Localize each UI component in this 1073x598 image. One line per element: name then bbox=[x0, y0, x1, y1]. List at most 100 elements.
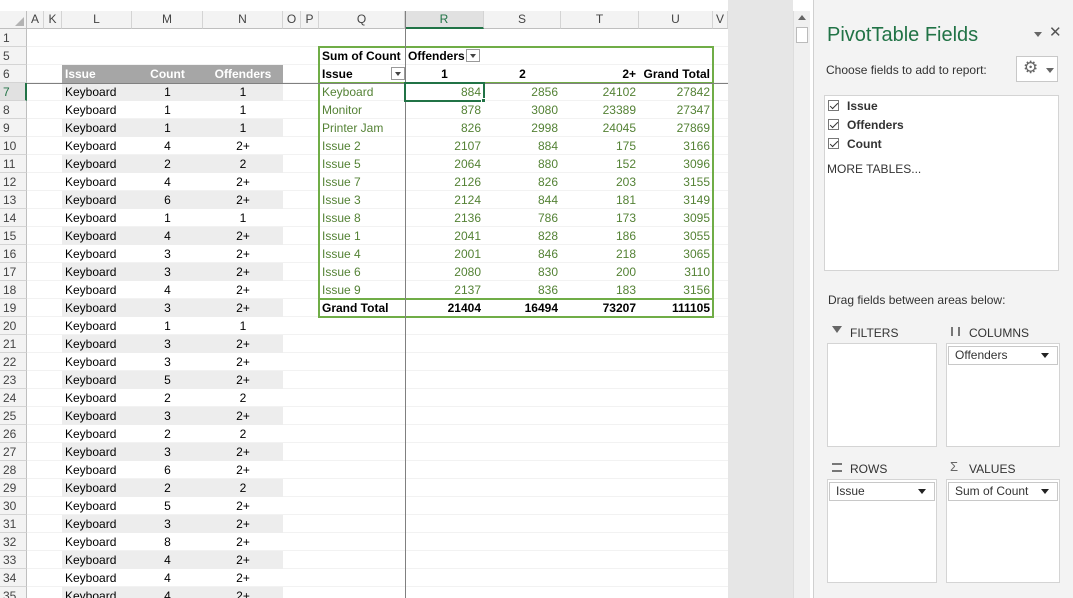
table-cell[interactable]: 2+ bbox=[203, 281, 283, 299]
row-header-31[interactable]: 31 bbox=[0, 515, 27, 533]
table-cell[interactable]: 3 bbox=[132, 299, 203, 317]
table-cell[interactable]: Keyboard bbox=[62, 443, 132, 461]
table-cell[interactable]: 1 bbox=[203, 317, 283, 335]
table-cell[interactable]: 2+ bbox=[203, 551, 283, 569]
table-cell[interactable]: 2+ bbox=[203, 263, 283, 281]
table-cell[interactable]: Keyboard bbox=[62, 137, 132, 155]
row-header-9[interactable]: 9 bbox=[0, 119, 27, 137]
table-cell[interactable]: Keyboard bbox=[62, 209, 132, 227]
row-header-7[interactable]: 7 bbox=[0, 83, 27, 101]
table-cell[interactable]: 5 bbox=[132, 497, 203, 515]
close-icon[interactable]: ✕ bbox=[1049, 23, 1062, 41]
table-cell[interactable]: 2 bbox=[203, 425, 283, 443]
table-cell[interactable]: Keyboard bbox=[62, 425, 132, 443]
table-cell[interactable]: 1 bbox=[132, 101, 203, 119]
table-cell[interactable]: Keyboard bbox=[62, 533, 132, 551]
column-header-p[interactable]: P bbox=[301, 11, 319, 29]
scroll-up-arrow[interactable] bbox=[798, 15, 806, 20]
table-cell[interactable]: Keyboard bbox=[62, 551, 132, 569]
row-header-8[interactable]: 8 bbox=[0, 101, 27, 119]
table-header-offenders[interactable]: Offenders bbox=[203, 65, 283, 83]
table-cell[interactable]: Keyboard bbox=[62, 461, 132, 479]
table-cell[interactable]: Keyboard bbox=[62, 569, 132, 587]
row-header-14[interactable]: 14 bbox=[0, 209, 27, 227]
row-header-35[interactable]: 35 bbox=[0, 587, 27, 598]
active-cell[interactable] bbox=[404, 82, 485, 102]
table-cell[interactable]: 2 bbox=[203, 155, 283, 173]
row-header-16[interactable]: 16 bbox=[0, 245, 27, 263]
table-cell[interactable]: Keyboard bbox=[62, 119, 132, 137]
table-cell[interactable]: Keyboard bbox=[62, 191, 132, 209]
field-checkbox[interactable] bbox=[828, 100, 839, 111]
table-cell[interactable]: 3 bbox=[132, 245, 203, 263]
table-cell[interactable]: 1 bbox=[132, 119, 203, 137]
table-cell[interactable]: 2+ bbox=[203, 227, 283, 245]
filters-area[interactable] bbox=[827, 343, 937, 447]
worksheet-grid[interactable]: A K L M N O P Q R S T U V 1 5 6 7 8 9 10 11 12 13 14 15 16 17 18 19 2… bbox=[0, 0, 793, 598]
table-cell[interactable]: 2+ bbox=[203, 335, 283, 353]
table-cell[interactable]: 8 bbox=[132, 533, 203, 551]
field-item-offenders[interactable]: Offenders bbox=[827, 117, 1047, 135]
table-cell[interactable]: Keyboard bbox=[62, 389, 132, 407]
columns-area[interactable]: Offenders bbox=[946, 343, 1060, 447]
row-header-23[interactable]: 23 bbox=[0, 371, 27, 389]
row-header-32[interactable]: 32 bbox=[0, 533, 27, 551]
row-header-29[interactable]: 29 bbox=[0, 479, 27, 497]
table-cell[interactable]: 2+ bbox=[203, 497, 283, 515]
table-cell[interactable]: 6 bbox=[132, 461, 203, 479]
column-header-r[interactable]: R bbox=[405, 11, 484, 29]
columns-chip-offenders[interactable]: Offenders bbox=[948, 346, 1058, 365]
table-cell[interactable]: 2+ bbox=[203, 569, 283, 587]
row-header-12[interactable]: 12 bbox=[0, 173, 27, 191]
table-cell[interactable]: 1 bbox=[203, 119, 283, 137]
table-cell[interactable]: 1 bbox=[132, 83, 203, 101]
table-cell[interactable]: 2+ bbox=[203, 191, 283, 209]
table-cell[interactable]: Keyboard bbox=[62, 371, 132, 389]
row-header-28[interactable]: 28 bbox=[0, 461, 27, 479]
table-header-issue[interactable]: Issue bbox=[62, 65, 132, 83]
table-cell[interactable]: 2+ bbox=[203, 353, 283, 371]
table-cell[interactable]: 2+ bbox=[203, 371, 283, 389]
field-list-settings-button[interactable]: ⚙ bbox=[1016, 56, 1058, 82]
row-header-1[interactable]: 1 bbox=[0, 29, 27, 47]
row-header-30[interactable]: 30 bbox=[0, 497, 27, 515]
row-header-21[interactable]: 21 bbox=[0, 335, 27, 353]
table-cell[interactable]: 1 bbox=[203, 101, 283, 119]
table-cell[interactable]: 4 bbox=[132, 137, 203, 155]
table-cell[interactable]: 2 bbox=[132, 425, 203, 443]
vertical-scrollbar[interactable] bbox=[793, 11, 810, 598]
field-item-count[interactable]: Count bbox=[827, 136, 1047, 154]
table-cell[interactable]: 3 bbox=[132, 443, 203, 461]
table-cell[interactable]: 1 bbox=[132, 317, 203, 335]
table-cell[interactable]: 2 bbox=[203, 389, 283, 407]
table-cell[interactable]: 3 bbox=[132, 407, 203, 425]
row-header-13[interactable]: 13 bbox=[0, 191, 27, 209]
table-cell[interactable]: 2+ bbox=[203, 245, 283, 263]
table-cell[interactable]: 2 bbox=[132, 155, 203, 173]
row-header-17[interactable]: 17 bbox=[0, 263, 27, 281]
table-cell[interactable]: Keyboard bbox=[62, 353, 132, 371]
table-cell[interactable]: 3 bbox=[132, 263, 203, 281]
row-header-22[interactable]: 22 bbox=[0, 353, 27, 371]
table-cell[interactable]: Keyboard bbox=[62, 587, 132, 598]
table-cell[interactable]: Keyboard bbox=[62, 155, 132, 173]
table-cell[interactable]: 2 bbox=[132, 479, 203, 497]
table-cell[interactable]: Keyboard bbox=[62, 281, 132, 299]
panel-options-chevron-icon[interactable] bbox=[1034, 32, 1042, 37]
table-cell[interactable]: 2+ bbox=[203, 137, 283, 155]
table-cell[interactable]: Keyboard bbox=[62, 497, 132, 515]
table-cell[interactable]: 2+ bbox=[203, 173, 283, 191]
table-cell[interactable]: 3 bbox=[132, 353, 203, 371]
table-cell[interactable]: Keyboard bbox=[62, 101, 132, 119]
row-header-15[interactable]: 15 bbox=[0, 227, 27, 245]
table-cell[interactable]: Keyboard bbox=[62, 479, 132, 497]
column-header-n[interactable]: N bbox=[203, 11, 283, 29]
row-header-27[interactable]: 27 bbox=[0, 443, 27, 461]
table-cell[interactable]: Keyboard bbox=[62, 83, 132, 101]
row-header-20[interactable]: 20 bbox=[0, 317, 27, 335]
table-cell[interactable]: 1 bbox=[203, 83, 283, 101]
table-cell[interactable]: 2+ bbox=[203, 515, 283, 533]
table-cell[interactable]: 2+ bbox=[203, 533, 283, 551]
column-header-q[interactable]: Q bbox=[319, 11, 405, 29]
table-cell[interactable]: 2+ bbox=[203, 461, 283, 479]
